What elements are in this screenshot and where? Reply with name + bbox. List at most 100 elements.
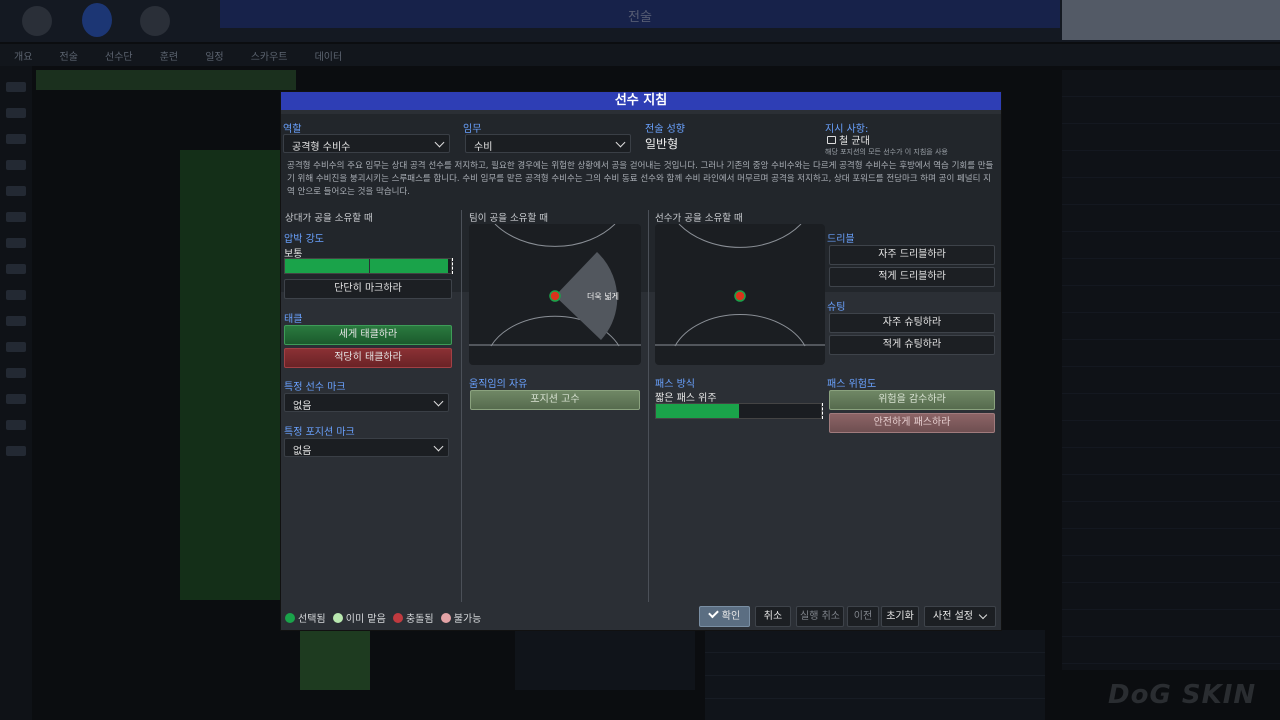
passing-fill xyxy=(656,404,739,418)
passing-style-slider[interactable] xyxy=(655,403,824,419)
freedom-label: 움직임의 자유 xyxy=(469,379,528,390)
chevron-down-icon xyxy=(433,441,444,452)
legend-unavailable: 불가능 xyxy=(440,613,481,625)
player-mark-value: 없음 xyxy=(293,401,312,412)
shooting-label: 슈팅 xyxy=(827,302,846,313)
role-label: 역할 xyxy=(283,124,302,135)
legend-conflict-label: 충돌됨 xyxy=(405,614,434,625)
bg-nav-item: 선수단 xyxy=(105,52,133,63)
dribble-more-button[interactable]: 자주 드리블하라 xyxy=(829,245,995,265)
slider-tick xyxy=(369,259,370,273)
bg-nav-item: 스카우트 xyxy=(250,52,288,63)
pressing-slider[interactable] xyxy=(284,258,454,274)
player-position-marker xyxy=(549,290,561,302)
mark-tightly-button[interactable]: 단단히 마크하라 xyxy=(284,279,452,299)
status-legend: 선택됨 이미 맡음 충돌됨 불가능 xyxy=(285,610,485,625)
column-divider xyxy=(648,210,649,602)
bg-nav-item: 훈련 xyxy=(159,52,179,63)
background-top-bar: 전술 xyxy=(0,0,1280,42)
background-squad-table xyxy=(1062,70,1280,670)
background-title-band: 전술 xyxy=(220,0,1060,28)
safe-pass-button[interactable]: 안전하게 패스하라 xyxy=(829,413,995,433)
chevron-down-icon xyxy=(433,396,444,407)
passing-style-label: 패스 방식 xyxy=(655,379,695,390)
pressing-label: 압박 강도 xyxy=(284,234,324,245)
duty-value: 수비 xyxy=(474,142,493,153)
pitch-diagram xyxy=(655,224,825,347)
player-instructions-dialog: 선수 지침 역할 공격형 수비수 임무 수비 전술 성향 일반형 지시 사항: … xyxy=(280,91,1002,631)
shoot-less-button[interactable]: 적게 슈팅하라 xyxy=(829,335,995,355)
chevron-down-icon xyxy=(615,137,626,148)
legend-selected-label: 선택됨 xyxy=(298,614,326,625)
dribble-less-button[interactable]: 적게 드리블하라 xyxy=(829,267,995,287)
role-value: 공격형 수비수 xyxy=(292,142,351,153)
presets-label: 사전 설정 xyxy=(933,611,973,622)
position-mark-value: 없음 xyxy=(293,446,312,457)
watermark-logo: DoG SKIN xyxy=(1108,680,1257,710)
slider-end-marker xyxy=(452,258,454,274)
previous-button[interactable]: 이전 xyxy=(847,606,879,627)
bg-nav-item: 전술 xyxy=(59,52,78,63)
player-mark-label: 특정 선수 마크 xyxy=(284,382,346,393)
pressing-fill xyxy=(285,259,448,273)
position-mark-label: 특정 포지션 마크 xyxy=(284,427,355,438)
confirm-button[interactable]: 확인 xyxy=(699,606,750,627)
confirm-label: 확인 xyxy=(721,611,741,622)
selected-dot-icon xyxy=(285,613,295,623)
tactical-tendency-label: 전술 성향 xyxy=(645,124,685,135)
check-icon xyxy=(707,607,719,619)
pass-risk-label: 패스 위험도 xyxy=(827,379,877,390)
instructions-value-row: 철 균대 xyxy=(827,132,870,147)
tackle-moderate-button[interactable]: 적당히 태클하라 xyxy=(284,348,452,368)
instructions-note: 해당 포지션의 모든 선수가 이 지침을 사용 xyxy=(825,148,948,156)
duty-select[interactable]: 수비 xyxy=(465,134,631,153)
back-icon xyxy=(22,6,52,36)
reset-button[interactable]: 초기화 xyxy=(881,606,919,627)
dialog-title: 선수 지침 xyxy=(281,92,1001,110)
column-divider xyxy=(461,210,462,602)
legend-selected: 선택됨 xyxy=(285,613,326,625)
team-possession-pitch: 더욱 넓게 xyxy=(469,224,641,365)
unavailable-dot-icon xyxy=(440,613,451,623)
slider-end-marker xyxy=(822,403,824,419)
background-nav: 개요 전술 선수단 훈련 일정 스카우트 데이터 xyxy=(0,44,1280,66)
background-sidebar xyxy=(0,66,32,720)
forward-icon xyxy=(140,6,170,36)
shoot-more-button[interactable]: 자주 슈팅하라 xyxy=(829,313,995,333)
bg-nav-item: 일정 xyxy=(205,52,224,63)
bg-nav-item: 개요 xyxy=(14,52,33,63)
team-possession-title: 팀이 공을 소유할 때 xyxy=(469,213,548,224)
zone-label: 더욱 넓게 xyxy=(587,292,619,301)
passing-style-value: 짧은 패스 위주 xyxy=(655,393,717,404)
duty-label: 임무 xyxy=(463,124,482,135)
presets-dropdown[interactable]: 사전 설정 xyxy=(924,606,996,627)
take-risks-button[interactable]: 위험을 감수하라 xyxy=(829,390,995,410)
player-mark-select[interactable]: 없음 xyxy=(284,393,449,412)
already-dot-icon xyxy=(332,613,343,623)
role-select[interactable]: 공격형 수비수 xyxy=(283,134,450,153)
position-mark-select[interactable]: 없음 xyxy=(284,438,449,457)
opp-possession-title: 상대가 공을 소유할 때 xyxy=(285,213,373,224)
background-tactic-strip xyxy=(36,70,296,90)
chevron-down-icon xyxy=(978,610,988,620)
role-description: 공격형 수비수의 주요 임무는 상대 공격 선수를 저지하고, 필요한 경우에는… xyxy=(287,161,994,197)
player-position-marker xyxy=(734,290,746,302)
cancel-button[interactable]: 취소 xyxy=(755,606,791,627)
background-list xyxy=(705,630,1045,720)
tackle-hard-button[interactable]: 세게 태클하라 xyxy=(284,325,452,345)
background-manager-panel xyxy=(1062,0,1280,40)
legend-already: 이미 맡음 xyxy=(332,613,386,625)
background-pitch xyxy=(180,150,280,600)
conflict-dot-icon xyxy=(392,613,403,623)
dribbling-label: 드리블 xyxy=(827,234,855,245)
chevron-down-icon xyxy=(434,137,445,148)
undo-button[interactable]: 실행 취소 xyxy=(796,606,844,627)
bg-nav-item: 데이터 xyxy=(314,52,343,63)
club-crest-icon xyxy=(82,3,112,37)
instructions-value: 철 균대 xyxy=(839,136,870,147)
tackling-label: 태클 xyxy=(284,314,303,325)
background-info-box xyxy=(515,630,695,690)
hold-position-button[interactable]: 포지션 고수 xyxy=(470,390,640,410)
tactical-tendency-value: 일반형 xyxy=(645,137,679,151)
legend-already-label: 이미 맡음 xyxy=(345,614,386,625)
